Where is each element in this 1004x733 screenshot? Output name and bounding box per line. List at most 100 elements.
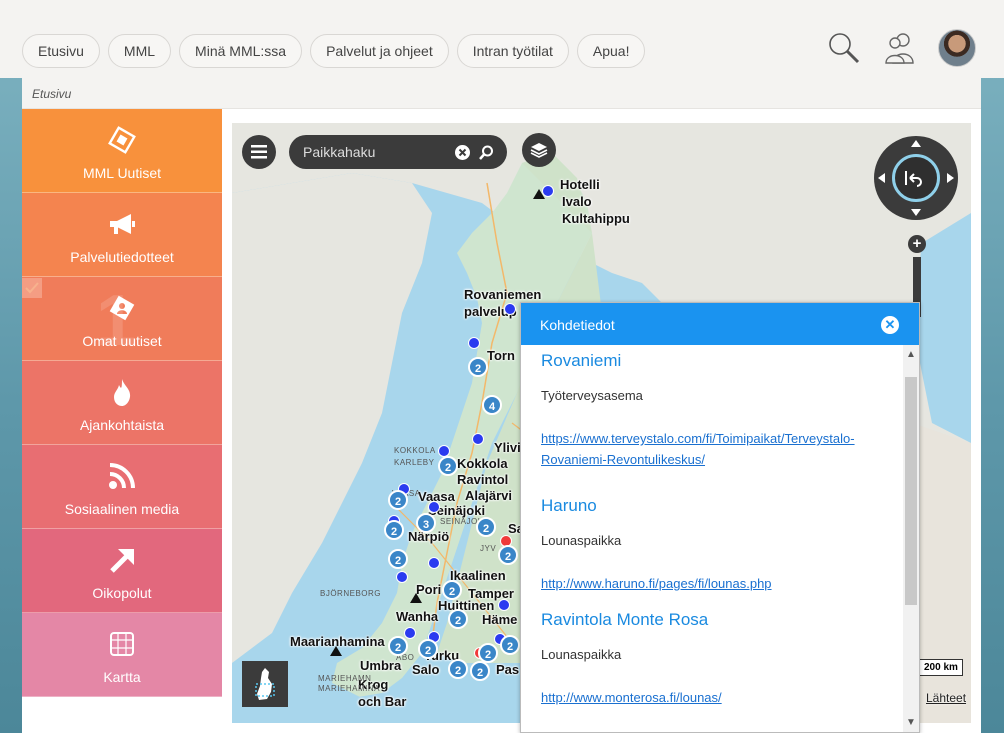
pan-right-icon[interactable] — [947, 173, 954, 183]
marker-cluster[interactable]: 2 — [388, 636, 408, 656]
map-menu-button[interactable] — [242, 135, 276, 169]
check-icon — [22, 278, 42, 298]
map-marker[interactable] — [428, 557, 440, 569]
top-bar: Etusivu MML Minä MML:ssa Palvelut ja ohj… — [0, 0, 1004, 78]
map-marker[interactable] — [428, 501, 440, 513]
close-icon[interactable]: ✕ — [881, 316, 899, 334]
poi-link[interactable]: http://www.haruno.fi/pages/fi/lounas.php — [541, 573, 883, 594]
place-label: Torn — [487, 348, 515, 363]
nav-apua[interactable]: Apua! — [576, 34, 646, 68]
map-marker[interactable] — [472, 433, 484, 445]
clear-icon[interactable] — [455, 145, 470, 160]
breadcrumb-etusivu[interactable]: Etusivu — [32, 87, 71, 101]
map-marker[interactable] — [404, 627, 416, 639]
sidebar-item-mml-uutiset[interactable]: MML Uutiset — [22, 109, 222, 193]
marker-cluster[interactable]: 2 — [468, 357, 488, 377]
marker-cluster[interactable]: 2 — [498, 545, 518, 565]
scale-bar: 200 km — [919, 659, 963, 676]
nav-palvelut[interactable]: Palvelut ja ohjeet — [310, 34, 449, 68]
map-marker[interactable] — [468, 337, 480, 349]
marker-cluster[interactable]: 3 — [416, 513, 436, 533]
sidebar-item-label: Ajankohtaista — [79, 417, 165, 433]
marker-cluster[interactable]: 2 — [448, 609, 468, 629]
place-label: Wanha — [396, 609, 439, 624]
place-search-input[interactable] — [303, 141, 453, 163]
marker-cluster[interactable]: 2 — [388, 549, 408, 569]
popup-scrollbar[interactable]: ▲ ▼ — [903, 345, 919, 732]
marker-cluster[interactable]: 2 — [470, 661, 490, 681]
poi-type: Lounaspaikka — [541, 647, 622, 662]
pan-left-icon[interactable] — [878, 173, 885, 183]
sidebar-item-palvelutiedotteet[interactable]: Palvelutiedotteet — [22, 193, 222, 277]
sidebar-item-kartta[interactable]: Kartta — [22, 613, 222, 697]
nav-intran-tyotilat[interactable]: Intran työtilat — [456, 34, 569, 68]
map-marker[interactable] — [542, 185, 554, 197]
arrow-icon — [107, 545, 137, 575]
sidebar-item-oikopolut[interactable]: Oikopolut — [22, 529, 222, 613]
pan-control[interactable] — [874, 136, 958, 220]
sources-link[interactable]: Lähteet — [926, 691, 966, 705]
nav-mml[interactable]: MML — [107, 34, 172, 68]
marker-cluster[interactable]: 2 — [442, 580, 462, 600]
marker-cluster[interactable]: 2 — [388, 490, 408, 510]
popup-title: Kohdetiedot — [540, 317, 615, 333]
marker-cluster[interactable]: 2 — [418, 639, 438, 659]
marker-cluster[interactable]: 4 — [482, 395, 502, 415]
poi-name: Haruno — [541, 496, 597, 515]
layers-button[interactable] — [522, 133, 556, 167]
overview-map-button[interactable] — [242, 661, 288, 707]
marker-cluster[interactable]: 2 — [384, 520, 404, 540]
map-marker[interactable] — [396, 571, 408, 583]
map-marker[interactable] — [504, 303, 516, 315]
marker-cluster[interactable]: 2 — [476, 517, 496, 537]
nav-etusivu[interactable]: Etusivu — [22, 34, 100, 68]
place-label: Ravintol — [457, 472, 509, 487]
avatar[interactable] — [938, 29, 976, 67]
sidebar-item-label: MML Uutiset — [82, 165, 162, 181]
place-label: Umbra — [360, 658, 402, 673]
place-label: Ikaalinen — [450, 568, 506, 583]
place-label: Rovaniemen — [464, 287, 542, 302]
scroll-thumb[interactable] — [905, 377, 917, 605]
poi-type: Lounaspaikka — [541, 533, 622, 548]
pan-up-icon[interactable] — [911, 140, 921, 147]
search-icon[interactable] — [826, 28, 862, 68]
marker-cluster[interactable]: 2 — [478, 643, 498, 663]
place-label: Ylivi — [494, 440, 521, 455]
place-sublabel: JYV — [480, 544, 497, 553]
finland-icon — [255, 668, 275, 700]
place-label: Kultahippu — [562, 211, 630, 226]
search-icon[interactable] — [479, 145, 494, 160]
map-marker[interactable] — [498, 599, 510, 611]
marker-cluster[interactable]: 2 — [500, 635, 520, 655]
users-icon[interactable] — [882, 28, 918, 68]
place-label: Huittinen — [438, 598, 495, 613]
megaphone-icon — [107, 209, 137, 239]
pan-down-icon[interactable] — [911, 209, 921, 216]
landmark-icon — [330, 646, 342, 656]
scroll-up-icon[interactable]: ▲ — [906, 349, 916, 360]
sidebar-item-ajankohtaista[interactable]: Ajankohtaista — [22, 361, 222, 445]
poi-link[interactable]: https://www.terveystalo.com/fi/Toimipaik… — [541, 428, 886, 470]
marker-cluster[interactable]: 2 — [448, 659, 468, 679]
place-sublabel: MARIEHAMN — [318, 674, 372, 683]
place-sublabel: KOKKOLA — [394, 446, 436, 455]
place-search — [289, 135, 507, 169]
zoom-in-button[interactable]: + — [908, 235, 926, 253]
poi-link[interactable]: http://www.monterosa.fi/lounas/ — [541, 687, 883, 708]
place-sublabel: KARLEBY — [394, 458, 435, 467]
place-label: Hotelli — [560, 177, 600, 192]
reset-view-button[interactable] — [892, 154, 940, 202]
poi-item: Ravintola Monte Rosa Lounaspaikka http:/… — [541, 610, 883, 708]
sidebar-item-label: Palvelutiedotteet — [70, 249, 174, 265]
sidebar-item-sosiaalinen-media[interactable]: Sosiaalinen media — [22, 445, 222, 529]
place-label: Salo — [412, 662, 440, 677]
place-label: Kokkola — [457, 456, 508, 471]
grid-map-icon — [110, 629, 134, 659]
place-label: Pas — [496, 662, 520, 677]
feature-info-popup: Kohdetiedot ✕ Rovaniemi Työterveysasema … — [520, 302, 920, 733]
sidebar-item-label: Kartta — [103, 669, 141, 685]
scroll-down-icon[interactable]: ▼ — [906, 717, 916, 728]
nav-mina-mml[interactable]: Minä MML:ssa — [179, 34, 303, 68]
marker-cluster[interactable]: 2 — [438, 456, 458, 476]
